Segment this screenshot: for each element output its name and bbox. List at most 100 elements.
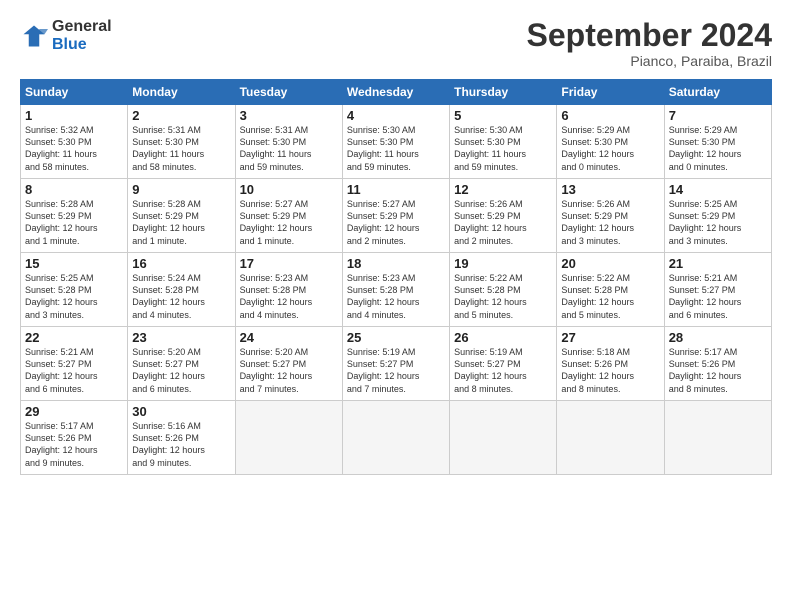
day-info: Sunrise: 5:30 AM Sunset: 5:30 PM Dayligh… (347, 124, 445, 173)
day-cell: 19Sunrise: 5:22 AM Sunset: 5:28 PM Dayli… (450, 253, 557, 327)
day-cell (664, 401, 771, 475)
col-header-sunday: Sunday (21, 80, 128, 105)
day-info: Sunrise: 5:27 AM Sunset: 5:29 PM Dayligh… (240, 198, 338, 247)
day-number: 20 (561, 256, 659, 271)
day-cell (342, 401, 449, 475)
title-block: September 2024 Pianco, Paraiba, Brazil (527, 18, 772, 69)
col-header-saturday: Saturday (664, 80, 771, 105)
week-row-5: 29Sunrise: 5:17 AM Sunset: 5:26 PM Dayli… (21, 401, 772, 475)
day-number: 26 (454, 330, 552, 345)
day-number: 8 (25, 182, 123, 197)
day-cell (450, 401, 557, 475)
day-number: 22 (25, 330, 123, 345)
day-number: 13 (561, 182, 659, 197)
day-cell: 8Sunrise: 5:28 AM Sunset: 5:29 PM Daylig… (21, 179, 128, 253)
day-info: Sunrise: 5:23 AM Sunset: 5:28 PM Dayligh… (240, 272, 338, 321)
week-row-1: 1Sunrise: 5:32 AM Sunset: 5:30 PM Daylig… (21, 105, 772, 179)
day-info: Sunrise: 5:27 AM Sunset: 5:29 PM Dayligh… (347, 198, 445, 247)
day-cell: 26Sunrise: 5:19 AM Sunset: 5:27 PM Dayli… (450, 327, 557, 401)
header-row: SundayMondayTuesdayWednesdayThursdayFrid… (21, 80, 772, 105)
day-cell (557, 401, 664, 475)
day-cell: 27Sunrise: 5:18 AM Sunset: 5:26 PM Dayli… (557, 327, 664, 401)
day-info: Sunrise: 5:31 AM Sunset: 5:30 PM Dayligh… (132, 124, 230, 173)
day-cell: 28Sunrise: 5:17 AM Sunset: 5:26 PM Dayli… (664, 327, 771, 401)
month-title: September 2024 (527, 18, 772, 53)
col-header-wednesday: Wednesday (342, 80, 449, 105)
day-cell: 24Sunrise: 5:20 AM Sunset: 5:27 PM Dayli… (235, 327, 342, 401)
week-row-4: 22Sunrise: 5:21 AM Sunset: 5:27 PM Dayli… (21, 327, 772, 401)
day-number: 23 (132, 330, 230, 345)
day-cell: 15Sunrise: 5:25 AM Sunset: 5:28 PM Dayli… (21, 253, 128, 327)
day-cell: 9Sunrise: 5:28 AM Sunset: 5:29 PM Daylig… (128, 179, 235, 253)
day-info: Sunrise: 5:23 AM Sunset: 5:28 PM Dayligh… (347, 272, 445, 321)
day-number: 11 (347, 182, 445, 197)
col-header-tuesday: Tuesday (235, 80, 342, 105)
day-info: Sunrise: 5:19 AM Sunset: 5:27 PM Dayligh… (347, 346, 445, 395)
day-info: Sunrise: 5:29 AM Sunset: 5:30 PM Dayligh… (561, 124, 659, 173)
week-row-2: 8Sunrise: 5:28 AM Sunset: 5:29 PM Daylig… (21, 179, 772, 253)
day-info: Sunrise: 5:29 AM Sunset: 5:30 PM Dayligh… (669, 124, 767, 173)
day-info: Sunrise: 5:21 AM Sunset: 5:27 PM Dayligh… (25, 346, 123, 395)
day-number: 10 (240, 182, 338, 197)
week-row-3: 15Sunrise: 5:25 AM Sunset: 5:28 PM Dayli… (21, 253, 772, 327)
day-info: Sunrise: 5:25 AM Sunset: 5:29 PM Dayligh… (669, 198, 767, 247)
col-header-friday: Friday (557, 80, 664, 105)
day-cell: 14Sunrise: 5:25 AM Sunset: 5:29 PM Dayli… (664, 179, 771, 253)
day-number: 16 (132, 256, 230, 271)
day-info: Sunrise: 5:17 AM Sunset: 5:26 PM Dayligh… (25, 420, 123, 469)
day-cell: 12Sunrise: 5:26 AM Sunset: 5:29 PM Dayli… (450, 179, 557, 253)
header: General Blue September 2024 Pianco, Para… (20, 18, 772, 69)
day-cell: 5Sunrise: 5:30 AM Sunset: 5:30 PM Daylig… (450, 105, 557, 179)
day-number: 30 (132, 404, 230, 419)
day-info: Sunrise: 5:30 AM Sunset: 5:30 PM Dayligh… (454, 124, 552, 173)
day-cell: 1Sunrise: 5:32 AM Sunset: 5:30 PM Daylig… (21, 105, 128, 179)
day-cell: 29Sunrise: 5:17 AM Sunset: 5:26 PM Dayli… (21, 401, 128, 475)
day-cell: 3Sunrise: 5:31 AM Sunset: 5:30 PM Daylig… (235, 105, 342, 179)
day-cell: 23Sunrise: 5:20 AM Sunset: 5:27 PM Dayli… (128, 327, 235, 401)
day-number: 24 (240, 330, 338, 345)
day-info: Sunrise: 5:21 AM Sunset: 5:27 PM Dayligh… (669, 272, 767, 321)
day-info: Sunrise: 5:16 AM Sunset: 5:26 PM Dayligh… (132, 420, 230, 469)
day-number: 15 (25, 256, 123, 271)
day-number: 1 (25, 108, 123, 123)
day-number: 28 (669, 330, 767, 345)
day-number: 7 (669, 108, 767, 123)
day-cell: 11Sunrise: 5:27 AM Sunset: 5:29 PM Dayli… (342, 179, 449, 253)
day-cell: 10Sunrise: 5:27 AM Sunset: 5:29 PM Dayli… (235, 179, 342, 253)
calendar-table: SundayMondayTuesdayWednesdayThursdayFrid… (20, 79, 772, 475)
day-number: 14 (669, 182, 767, 197)
day-number: 9 (132, 182, 230, 197)
day-info: Sunrise: 5:28 AM Sunset: 5:29 PM Dayligh… (25, 198, 123, 247)
day-number: 29 (25, 404, 123, 419)
day-number: 17 (240, 256, 338, 271)
day-number: 3 (240, 108, 338, 123)
day-number: 19 (454, 256, 552, 271)
day-info: Sunrise: 5:31 AM Sunset: 5:30 PM Dayligh… (240, 124, 338, 173)
day-cell: 21Sunrise: 5:21 AM Sunset: 5:27 PM Dayli… (664, 253, 771, 327)
day-info: Sunrise: 5:22 AM Sunset: 5:28 PM Dayligh… (454, 272, 552, 321)
day-info: Sunrise: 5:32 AM Sunset: 5:30 PM Dayligh… (25, 124, 123, 173)
page: General Blue September 2024 Pianco, Para… (0, 0, 792, 612)
logo: General Blue (20, 18, 112, 53)
day-number: 21 (669, 256, 767, 271)
day-number: 4 (347, 108, 445, 123)
logo-icon (20, 22, 48, 50)
day-number: 12 (454, 182, 552, 197)
day-info: Sunrise: 5:25 AM Sunset: 5:28 PM Dayligh… (25, 272, 123, 321)
day-cell: 16Sunrise: 5:24 AM Sunset: 5:28 PM Dayli… (128, 253, 235, 327)
day-number: 18 (347, 256, 445, 271)
day-info: Sunrise: 5:20 AM Sunset: 5:27 PM Dayligh… (240, 346, 338, 395)
day-cell: 13Sunrise: 5:26 AM Sunset: 5:29 PM Dayli… (557, 179, 664, 253)
day-info: Sunrise: 5:18 AM Sunset: 5:26 PM Dayligh… (561, 346, 659, 395)
day-info: Sunrise: 5:22 AM Sunset: 5:28 PM Dayligh… (561, 272, 659, 321)
col-header-monday: Monday (128, 80, 235, 105)
col-header-thursday: Thursday (450, 80, 557, 105)
day-info: Sunrise: 5:26 AM Sunset: 5:29 PM Dayligh… (561, 198, 659, 247)
day-info: Sunrise: 5:19 AM Sunset: 5:27 PM Dayligh… (454, 346, 552, 395)
location: Pianco, Paraiba, Brazil (527, 53, 772, 69)
day-cell: 18Sunrise: 5:23 AM Sunset: 5:28 PM Dayli… (342, 253, 449, 327)
day-number: 27 (561, 330, 659, 345)
day-cell: 2Sunrise: 5:31 AM Sunset: 5:30 PM Daylig… (128, 105, 235, 179)
day-number: 5 (454, 108, 552, 123)
day-cell: 4Sunrise: 5:30 AM Sunset: 5:30 PM Daylig… (342, 105, 449, 179)
